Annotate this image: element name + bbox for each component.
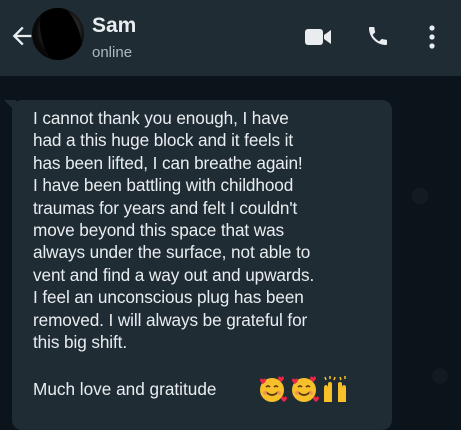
message-line: I have been battling with childhood bbox=[33, 175, 294, 196]
message-line: I feel an unconscious plug has been bbox=[33, 287, 304, 308]
video-call-icon[interactable] bbox=[304, 26, 332, 48]
raising-hands-icon bbox=[324, 376, 346, 402]
message-line: move beyond this space that was bbox=[33, 220, 285, 241]
avatar[interactable] bbox=[32, 8, 84, 60]
smiling-face-with-hearts-icon bbox=[292, 376, 319, 402]
message-closing: Much love and gratitude bbox=[33, 379, 217, 399]
message-line: traumas for years and felt I couldn't bbox=[33, 197, 298, 218]
message-line: I cannot thank you enough, I have bbox=[33, 108, 289, 128]
message-line: had a this huge block and it feels it bbox=[33, 130, 294, 151]
message-text: I cannot thank you enough, I have had a … bbox=[33, 107, 393, 353]
contact-status: online bbox=[92, 44, 133, 61]
message-line: always under the surface, not able to bbox=[33, 242, 311, 263]
message-line: this big shift. bbox=[33, 332, 128, 353]
more-options-icon[interactable] bbox=[424, 24, 440, 50]
chat-header: Sam online bbox=[0, 0, 461, 76]
message-line: removed. I will always be grateful for bbox=[33, 309, 308, 330]
voice-call-icon[interactable] bbox=[366, 24, 390, 48]
smiling-face-with-hearts-icon bbox=[260, 376, 287, 402]
message-line: vent and find a way out and upwards. bbox=[33, 264, 315, 285]
emoji-group bbox=[257, 374, 349, 406]
contact-name[interactable]: Sam bbox=[92, 14, 136, 38]
message-line: has been lifted, I can breathe again! bbox=[33, 152, 303, 173]
